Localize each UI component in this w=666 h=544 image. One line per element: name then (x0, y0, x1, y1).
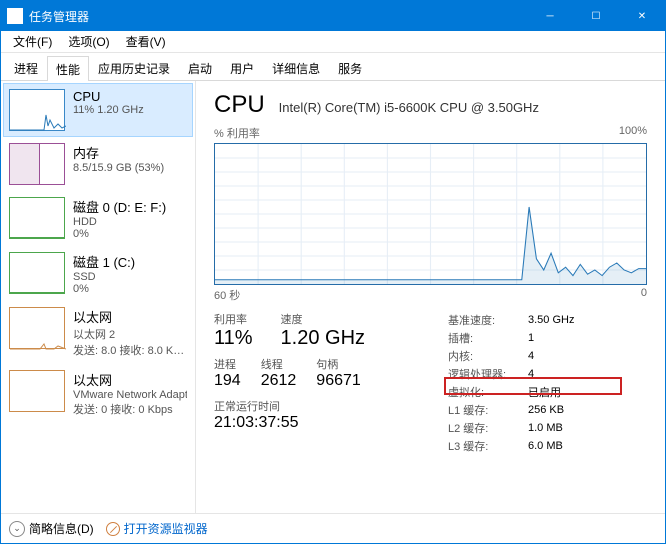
sidebar-item-sub: 以太网 2 (73, 326, 187, 342)
footer: ⌄ 简略信息(D) 打开资源监视器 (1, 513, 665, 543)
minimize-button[interactable]: ─ (527, 1, 573, 31)
main-header: CPU Intel(R) Core(TM) i5-6600K CPU @ 3.5… (214, 91, 647, 119)
sidebar[interactable]: CPU 11% 1.20 GHz 内存 8.5/15.9 GB (53%) 磁盘… (1, 81, 196, 513)
handle-value: 96671 (316, 372, 361, 390)
base-speed-label: 基准速度: (448, 311, 528, 329)
right-stats: 基准速度:3.50 GHz 插槽:1 内核:4 逻辑处理器:4 虚拟化:已启用 … (448, 311, 647, 509)
speed-value: 1.20 GHz (281, 327, 365, 350)
sidebar-item-label: 以太网 (73, 307, 187, 326)
disk-thumb-icon (9, 197, 65, 239)
resource-monitor-label: 打开资源监视器 (124, 520, 208, 537)
left-stats: 利用率 11% 速度 1.20 GHz 进程 194 线程 26 (214, 311, 424, 509)
thread-label: 线程 (261, 356, 297, 372)
sockets-label: 插槽: (448, 329, 528, 347)
tab-services[interactable]: 服务 (329, 55, 371, 80)
speed-label: 速度 (281, 311, 365, 327)
tab-details[interactable]: 详细信息 (263, 55, 329, 80)
window-title: 任务管理器 (29, 8, 527, 25)
chart-area: % 利用率 100% 60 秒 0 (214, 125, 647, 303)
uptime-label: 正常运行时间 (214, 398, 424, 414)
l1-value: 256 KB (528, 401, 574, 419)
l3-label: L3 缓存: (448, 437, 528, 455)
chart-xmax: 0 (641, 287, 647, 303)
menu-view[interactable]: 查看(V) (118, 31, 174, 52)
sidebar-item-sub2: 0% (73, 283, 135, 295)
resource-monitor-icon (106, 522, 120, 536)
sockets-value: 1 (528, 329, 574, 347)
menubar: 文件(F) 选项(O) 查看(V) (1, 31, 665, 53)
brief-info-button[interactable]: ⌄ 简略信息(D) (9, 520, 94, 537)
sidebar-item-ethernet2[interactable]: 以太网 VMware Network Adapter 发送: 0 接收: 0 K… (3, 364, 193, 423)
tab-startup[interactable]: 启动 (179, 55, 221, 80)
resource-monitor-link[interactable]: 打开资源监视器 (106, 520, 208, 537)
titlebar: 任务管理器 ─ ☐ ✕ (1, 1, 665, 31)
menu-options[interactable]: 选项(O) (60, 31, 117, 52)
sidebar-item-label: 内存 (73, 143, 164, 162)
l2-value: 1.0 MB (528, 419, 574, 437)
virt-value: 已启用 (528, 383, 574, 401)
sidebar-item-sub2: 0% (73, 228, 166, 240)
tab-processes[interactable]: 进程 (5, 55, 47, 80)
thread-value: 2612 (261, 372, 297, 390)
tab-performance[interactable]: 性能 (47, 56, 89, 81)
util-value: 11% (214, 327, 253, 350)
lprocs-label: 逻辑处理器: (448, 365, 528, 383)
disk-thumb-icon (9, 252, 65, 294)
cpu-chart[interactable] (214, 143, 647, 285)
sidebar-item-ethernet1[interactable]: 以太网 以太网 2 发送: 8.0 接收: 8.0 Kbps (3, 301, 193, 364)
sidebar-item-sub2: 发送: 8.0 接收: 8.0 Kbps (73, 342, 187, 358)
proc-value: 194 (214, 372, 241, 390)
l2-label: L2 缓存: (448, 419, 528, 437)
stats: 利用率 11% 速度 1.20 GHz 进程 194 线程 26 (214, 311, 647, 509)
brief-info-label: 简略信息(D) (29, 520, 94, 537)
uptime-value: 21:03:37:55 (214, 414, 424, 432)
maximize-button[interactable]: ☐ (573, 1, 619, 31)
cpu-thumb-icon (9, 89, 65, 131)
proc-label: 进程 (214, 356, 241, 372)
sidebar-item-memory[interactable]: 内存 8.5/15.9 GB (53%) (3, 137, 193, 191)
sidebar-item-sub: VMware Network Adapter (73, 389, 187, 401)
ethernet-thumb-icon (9, 370, 65, 412)
memory-thumb-icon (9, 143, 65, 185)
sidebar-item-sub: 11% 1.20 GHz (73, 104, 144, 116)
menu-file[interactable]: 文件(F) (5, 31, 60, 52)
content: CPU 11% 1.20 GHz 内存 8.5/15.9 GB (53%) 磁盘… (1, 81, 665, 513)
chart-ymax: 100% (619, 125, 647, 141)
handle-label: 句柄 (316, 356, 361, 372)
base-speed-value: 3.50 GHz (528, 311, 574, 329)
sidebar-item-label: CPU (73, 89, 144, 104)
l3-value: 6.0 MB (528, 437, 574, 455)
main-panel: CPU Intel(R) Core(TM) i5-6600K CPU @ 3.5… (196, 81, 665, 513)
cores-value: 4 (528, 347, 574, 365)
lprocs-value: 4 (528, 365, 574, 383)
sidebar-item-sub: 8.5/15.9 GB (53%) (73, 162, 164, 174)
tab-users[interactable]: 用户 (221, 55, 263, 80)
sidebar-item-disk1[interactable]: 磁盘 1 (C:) SSD 0% (3, 246, 193, 301)
sidebar-item-sub2: 发送: 0 接收: 0 Kbps (73, 401, 187, 417)
sidebar-item-label: 磁盘 0 (D: E: F:) (73, 197, 166, 216)
chart-xmin: 60 秒 (214, 287, 240, 303)
resource-title: CPU (214, 91, 265, 119)
l1-label: L1 缓存: (448, 401, 528, 419)
chart-ylabel: % 利用率 (214, 125, 260, 141)
cores-label: 内核: (448, 347, 528, 365)
sidebar-item-sub: HDD (73, 216, 166, 228)
close-button[interactable]: ✕ (619, 1, 665, 31)
sidebar-item-label: 以太网 (73, 370, 187, 389)
cpu-model: Intel(R) Core(TM) i5-6600K CPU @ 3.50GHz (279, 100, 539, 115)
sidebar-item-sub: SSD (73, 271, 135, 283)
tab-history[interactable]: 应用历史记录 (89, 55, 179, 80)
virt-label: 虚拟化: (448, 383, 528, 401)
sidebar-item-disk0[interactable]: 磁盘 0 (D: E: F:) HDD 0% (3, 191, 193, 246)
app-icon (7, 8, 23, 24)
chevron-down-icon: ⌄ (9, 521, 25, 537)
sidebar-item-cpu[interactable]: CPU 11% 1.20 GHz (3, 83, 193, 137)
sidebar-item-label: 磁盘 1 (C:) (73, 252, 135, 271)
tab-bar: 进程 性能 应用历史记录 启动 用户 详细信息 服务 (1, 53, 665, 81)
ethernet-thumb-icon (9, 307, 65, 349)
util-label: 利用率 (214, 311, 253, 327)
